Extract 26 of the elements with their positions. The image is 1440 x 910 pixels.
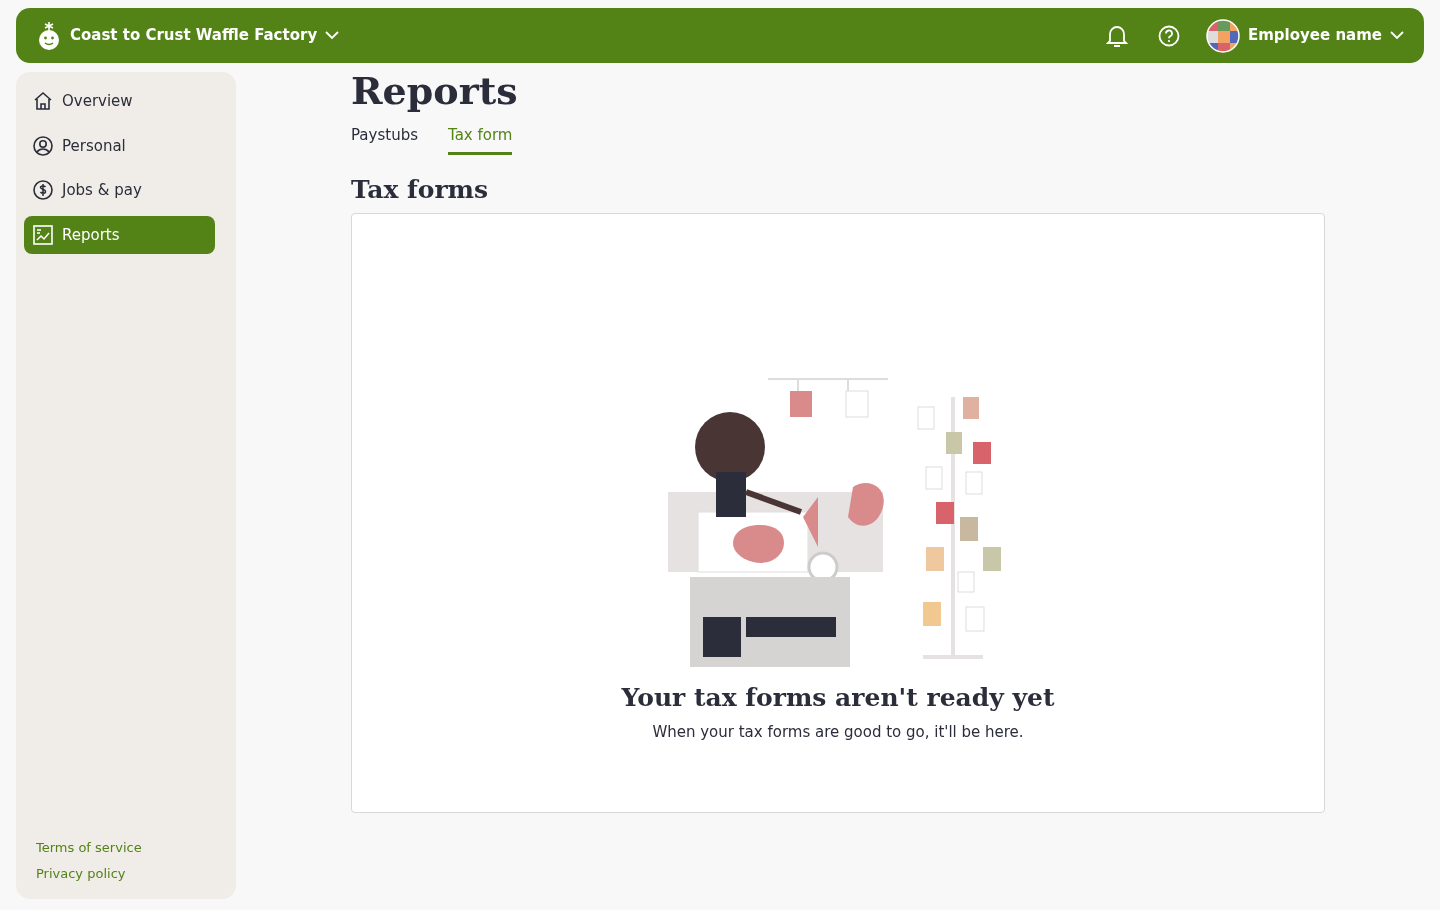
- help-icon[interactable]: [1158, 24, 1180, 47]
- tab[interactable]: Paystubs: [351, 123, 418, 156]
- chart-icon: [32, 223, 54, 246]
- empty-state-title: Your tax forms aren't ready yet: [621, 682, 1055, 713]
- company-switcher[interactable]: Coast to Crust Waffle Factory: [36, 20, 340, 51]
- empty-state-message: When your tax forms are good to go, it'll be here.: [652, 721, 1024, 743]
- user-name: Employee name: [1248, 25, 1382, 47]
- footer-link[interactable]: Terms of service: [36, 838, 142, 858]
- section-title: Tax forms: [351, 175, 490, 206]
- dollar-icon: [32, 179, 54, 202]
- logo-icon: [36, 20, 62, 51]
- page-title: Reports: [351, 68, 519, 114]
- sidebar-item[interactable]: Jobs & pay: [24, 171, 215, 210]
- footer-link[interactable]: Privacy policy: [36, 863, 126, 883]
- sidebar-item[interactable]: Reports: [24, 215, 215, 254]
- chevron-down-icon: [325, 31, 340, 40]
- sidebar-item[interactable]: Overview: [24, 82, 215, 121]
- home-icon: [32, 90, 54, 113]
- company-name: Coast to Crust Waffle Factory: [70, 25, 318, 47]
- user-menu[interactable]: Employee name: [1206, 18, 1404, 53]
- notification-bell-icon[interactable]: [1106, 23, 1128, 48]
- person-icon: [32, 134, 54, 157]
- sidebar-item[interactable]: Personal: [24, 126, 215, 165]
- chevron-down-icon: [1390, 31, 1404, 40]
- avatar-icon: [1206, 18, 1240, 53]
- tab[interactable]: Tax form: [448, 123, 513, 156]
